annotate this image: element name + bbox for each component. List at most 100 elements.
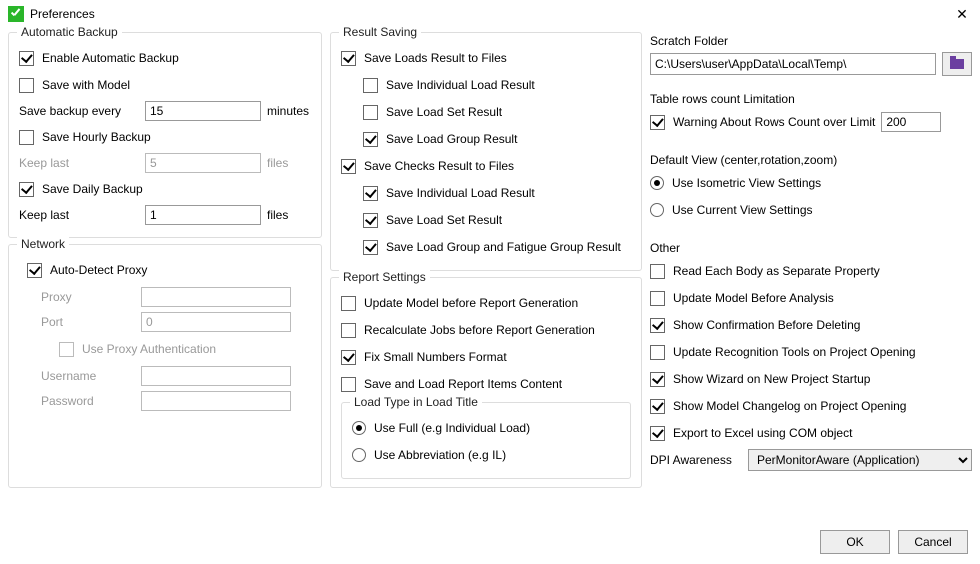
rows-limit-input[interactable] bbox=[881, 112, 941, 132]
scratch-folder-input[interactable] bbox=[650, 53, 936, 75]
save-every-label: Save backup every bbox=[19, 104, 139, 118]
save-load-set2-label: Save Load Set Result bbox=[386, 213, 502, 227]
use-current-radio[interactable] bbox=[650, 203, 664, 217]
export-excel-checkbox[interactable] bbox=[650, 426, 665, 441]
recalc-jobs-label: Recalculate Jobs before Report Generatio… bbox=[364, 323, 595, 337]
update-model-report-label: Update Model before Report Generation bbox=[364, 296, 578, 310]
fix-small-numbers-label: Fix Small Numbers Format bbox=[364, 350, 507, 364]
files-daily-label: files bbox=[267, 208, 323, 222]
default-view-label: Default View (center,rotation,zoom) bbox=[650, 153, 972, 167]
use-abbr-label: Use Abbreviation (e.g IL) bbox=[374, 448, 506, 462]
dpi-awareness-select[interactable]: PerMonitorAware (Application) bbox=[748, 449, 972, 471]
save-checks-label: Save Checks Result to Files bbox=[364, 159, 514, 173]
save-indiv-load-checkbox[interactable] bbox=[363, 78, 378, 93]
username-input bbox=[141, 366, 291, 386]
password-input bbox=[141, 391, 291, 411]
group-title: Network bbox=[17, 237, 69, 251]
keep-last-daily-input[interactable] bbox=[145, 205, 261, 225]
show-changelog-label: Show Model Changelog on Project Opening bbox=[673, 399, 906, 413]
save-load-group-fatigue-checkbox[interactable] bbox=[363, 240, 378, 255]
close-icon[interactable]: ✕ bbox=[952, 6, 972, 23]
use-full-radio[interactable] bbox=[352, 421, 366, 435]
update-before-analysis-checkbox[interactable] bbox=[650, 291, 665, 306]
save-daily-label: Save Daily Backup bbox=[42, 182, 143, 196]
save-load-set-label: Save Load Set Result bbox=[386, 105, 502, 119]
save-indiv-load2-label: Save Individual Load Result bbox=[386, 186, 535, 200]
confirm-delete-label: Show Confirmation Before Deleting bbox=[673, 318, 860, 332]
window-title: Preferences bbox=[30, 7, 952, 21]
group-result-saving: Result Saving Save Loads Result to Files… bbox=[330, 32, 642, 271]
group-title: Load Type in Load Title bbox=[350, 395, 482, 409]
auto-detect-proxy-checkbox[interactable] bbox=[27, 263, 42, 278]
other-label: Other bbox=[650, 241, 972, 255]
save-load-set2-checkbox[interactable] bbox=[363, 213, 378, 228]
proxy-input bbox=[141, 287, 291, 307]
use-current-label: Use Current View Settings bbox=[672, 203, 813, 217]
group-title: Report Settings bbox=[339, 270, 430, 284]
group-title: Automatic Backup bbox=[17, 25, 122, 39]
ok-button[interactable]: OK bbox=[820, 530, 890, 554]
save-with-model-label: Save with Model bbox=[42, 78, 130, 92]
enable-backup-label: Enable Automatic Backup bbox=[42, 51, 179, 65]
keep-last-daily-label: Keep last bbox=[19, 208, 139, 222]
group-report-settings: Report Settings Update Model before Repo… bbox=[330, 277, 642, 488]
group-automatic-backup: Automatic Backup Enable Automatic Backup… bbox=[8, 32, 322, 238]
use-isometric-radio[interactable] bbox=[650, 176, 664, 190]
proxy-label: Proxy bbox=[41, 290, 131, 304]
save-checks-checkbox[interactable] bbox=[341, 159, 356, 174]
dpi-awareness-label: DPI Awareness bbox=[650, 453, 740, 467]
minutes-label: minutes bbox=[267, 104, 323, 118]
save-loads-label: Save Loads Result to Files bbox=[364, 51, 507, 65]
update-before-analysis-label: Update Model Before Analysis bbox=[673, 291, 834, 305]
app-icon bbox=[8, 6, 24, 22]
username-label: Username bbox=[41, 369, 131, 383]
browse-folder-button[interactable] bbox=[942, 52, 972, 76]
show-wizard-label: Show Wizard on New Project Startup bbox=[673, 372, 870, 386]
use-abbr-radio[interactable] bbox=[352, 448, 366, 462]
update-recognition-label: Update Recognition Tools on Project Open… bbox=[673, 345, 916, 359]
enable-backup-checkbox[interactable] bbox=[19, 51, 34, 66]
password-label: Password bbox=[41, 394, 131, 408]
save-hourly-checkbox[interactable] bbox=[19, 130, 34, 145]
save-every-input[interactable] bbox=[145, 101, 261, 121]
use-proxy-auth-label: Use Proxy Authentication bbox=[82, 342, 216, 356]
use-isometric-label: Use Isometric View Settings bbox=[672, 176, 821, 190]
scratch-folder-label: Scratch Folder bbox=[650, 34, 972, 48]
files-hourly-label: files bbox=[267, 156, 323, 170]
show-changelog-checkbox[interactable] bbox=[650, 399, 665, 414]
group-load-type-title: Load Type in Load Title Use Full (e.g In… bbox=[341, 402, 631, 479]
export-excel-label: Export to Excel using COM object bbox=[673, 426, 852, 440]
confirm-delete-checkbox[interactable] bbox=[650, 318, 665, 333]
save-load-report-items-checkbox[interactable] bbox=[341, 377, 356, 392]
warn-rows-label: Warning About Rows Count over Limit bbox=[673, 115, 875, 129]
cancel-button[interactable]: Cancel bbox=[898, 530, 968, 554]
show-wizard-checkbox[interactable] bbox=[650, 372, 665, 387]
fix-small-numbers-checkbox[interactable] bbox=[341, 350, 356, 365]
warn-rows-checkbox[interactable] bbox=[650, 115, 665, 130]
update-recognition-checkbox[interactable] bbox=[650, 345, 665, 360]
table-limit-label: Table rows count Limitation bbox=[650, 92, 972, 106]
save-indiv-load2-checkbox[interactable] bbox=[363, 186, 378, 201]
save-daily-checkbox[interactable] bbox=[19, 182, 34, 197]
folder-icon bbox=[950, 59, 964, 69]
save-load-group-label: Save Load Group Result bbox=[386, 132, 517, 146]
save-loads-checkbox[interactable] bbox=[341, 51, 356, 66]
port-label: Port bbox=[41, 315, 131, 329]
save-load-report-items-label: Save and Load Report Items Content bbox=[364, 377, 562, 391]
auto-detect-proxy-label: Auto-Detect Proxy bbox=[50, 263, 147, 277]
use-full-label: Use Full (e.g Individual Load) bbox=[374, 421, 530, 435]
port-input bbox=[141, 312, 291, 332]
keep-last-hourly-input bbox=[145, 153, 261, 173]
save-load-group-checkbox[interactable] bbox=[363, 132, 378, 147]
save-load-set-checkbox[interactable] bbox=[363, 105, 378, 120]
keep-last-hourly-label: Keep last bbox=[19, 156, 139, 170]
group-network: Network Auto-Detect Proxy Proxy Port Use… bbox=[8, 244, 322, 488]
read-body-label: Read Each Body as Separate Property bbox=[673, 264, 880, 278]
save-hourly-label: Save Hourly Backup bbox=[42, 130, 151, 144]
group-title: Result Saving bbox=[339, 25, 421, 39]
read-body-checkbox[interactable] bbox=[650, 264, 665, 279]
recalc-jobs-checkbox[interactable] bbox=[341, 323, 356, 338]
save-with-model-checkbox[interactable] bbox=[19, 78, 34, 93]
use-proxy-auth-checkbox bbox=[59, 342, 74, 357]
update-model-report-checkbox[interactable] bbox=[341, 296, 356, 311]
